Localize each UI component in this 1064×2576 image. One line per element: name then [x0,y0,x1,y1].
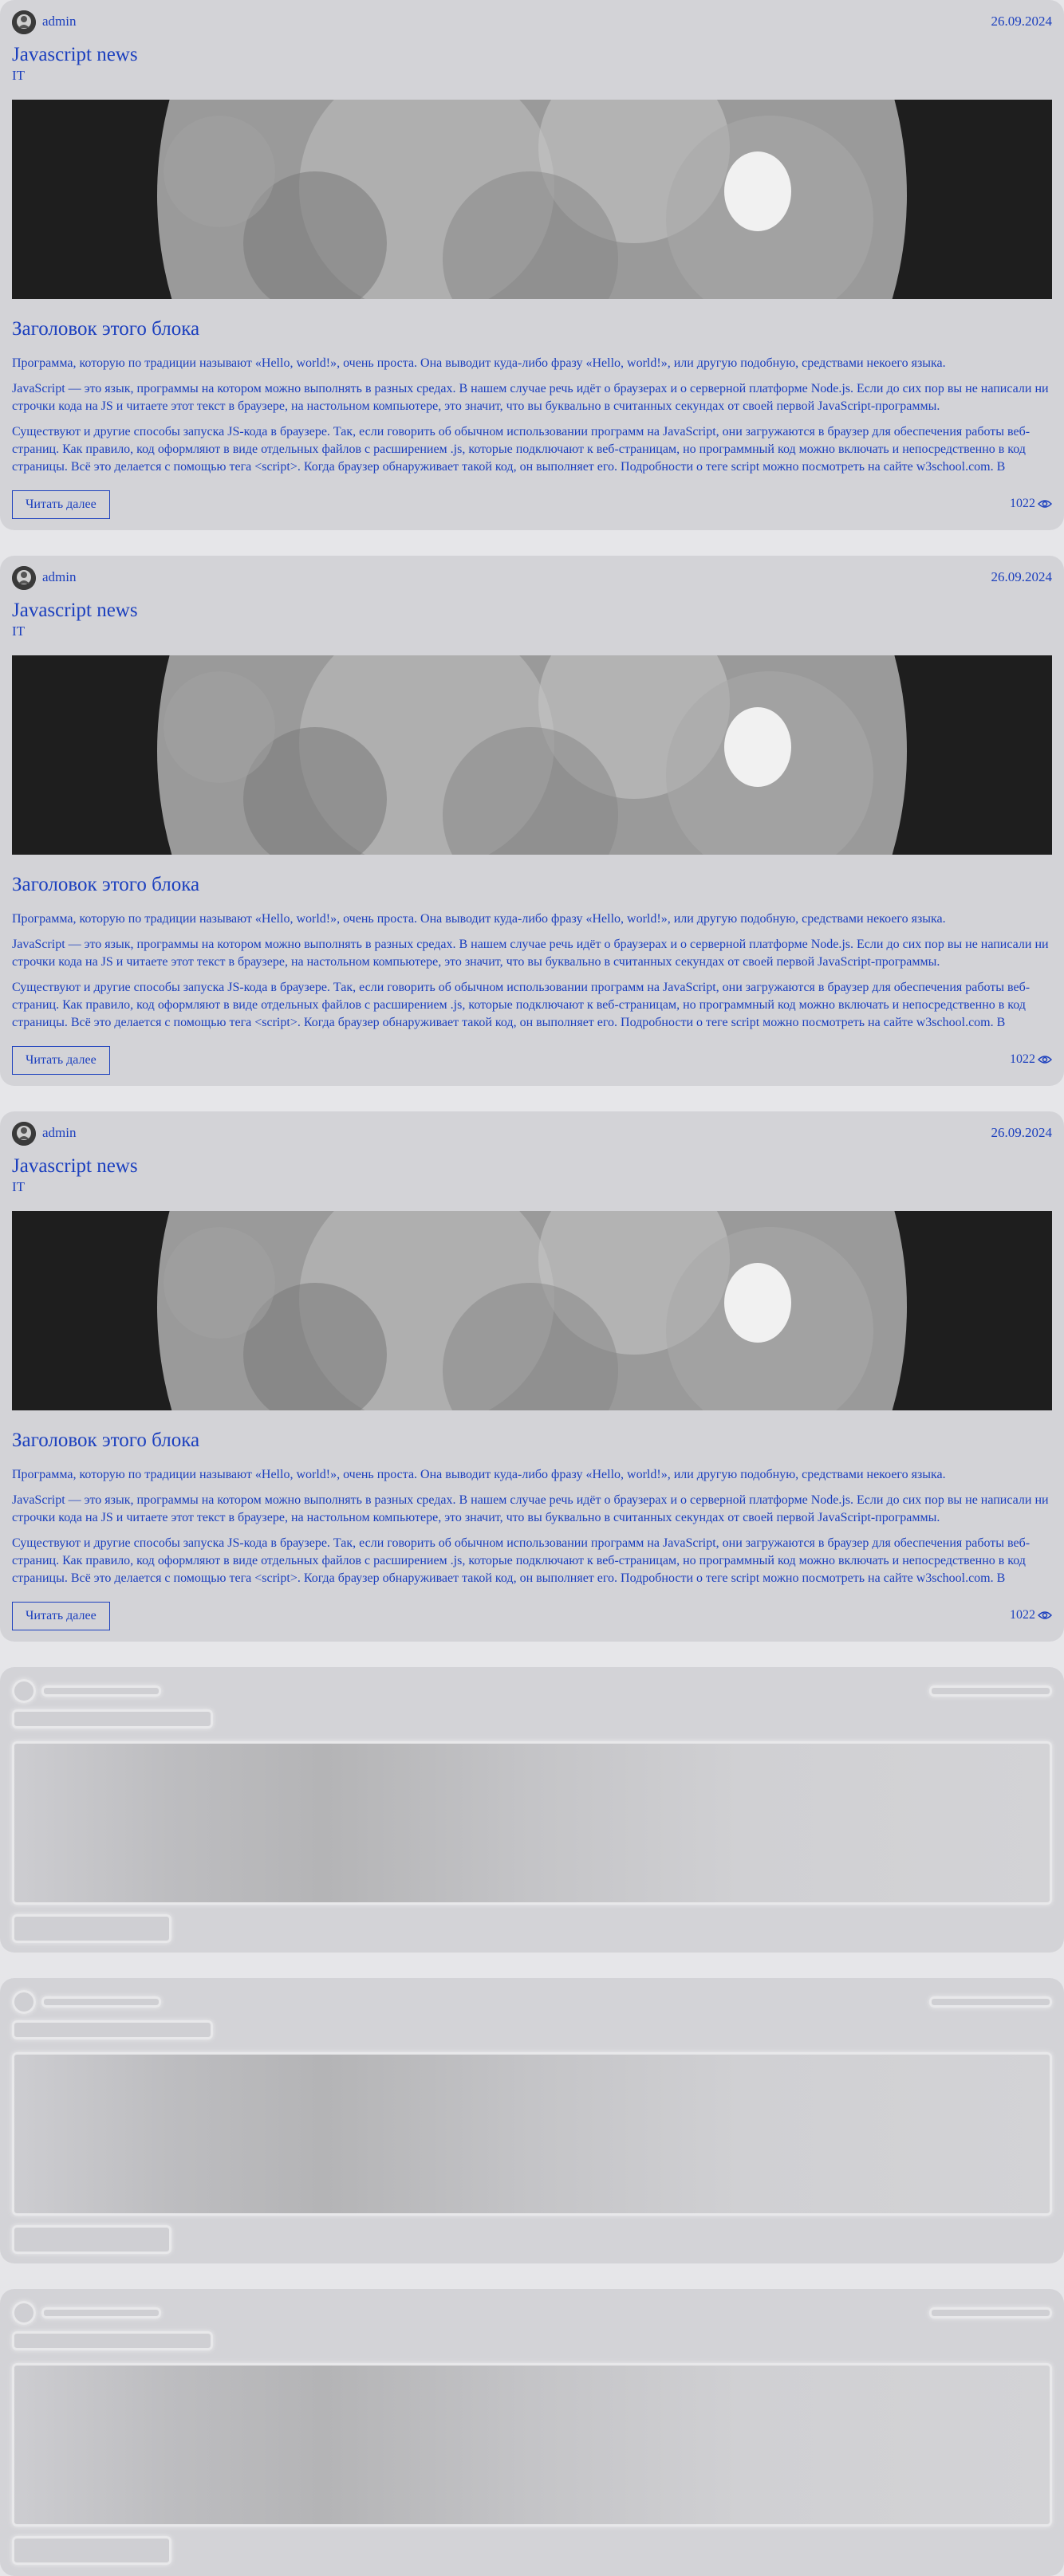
skeleton-date [929,1685,1052,1697]
moon-image [12,100,1052,299]
avatar-icon[interactable] [12,10,36,34]
post-body: Программа, которую по традиции называют … [12,1466,1052,1586]
post-date: 26.09.2024 [991,14,1053,29]
view-count: 1022 [1010,497,1052,511]
skeleton-author [41,1685,161,1697]
post-paragraph: JavaScript — это язык, программы на кото… [12,1493,1049,1524]
skeleton-media [12,2363,1052,2527]
moon-image [12,1211,1052,1410]
block-title: Заголовок этого блока [12,318,200,340]
post-paragraph: Программа, которую по традиции называют … [12,1468,946,1481]
skeleton-button [12,1914,171,1943]
skeleton-avatar [12,1990,36,2014]
view-count-value: 1022 [1010,1608,1035,1622]
skeleton-media [12,2052,1052,2216]
post-paragraph: JavaScript — это язык, программы на кото… [12,382,1049,413]
post-category[interactable]: IT [12,68,25,84]
skeleton-card [0,2289,1064,2576]
post-title[interactable]: Javascript news [12,599,138,623]
skeleton-avatar [12,2301,36,2325]
moon-image [12,655,1052,855]
author-link[interactable]: admin [42,1125,77,1141]
view-count-value: 1022 [1010,1052,1035,1066]
post-paragraph: Программа, которую по традиции называют … [12,912,946,926]
post-date: 26.09.2024 [991,1125,1053,1140]
post-category[interactable]: IT [12,1179,25,1195]
read-more-button[interactable]: Читать далее [12,1046,110,1075]
block-title: Заголовок этого блока [12,874,200,895]
skeleton-media [12,1741,1052,1905]
post-paragraph: Существуют и другие способы запуска JS-к… [12,1536,1031,1585]
skeleton-title [12,2331,213,2350]
post-paragraph: Программа, которую по традиции называют … [12,356,946,370]
post-body: Программа, которую по традиции называют … [12,910,1052,1030]
author-link[interactable]: admin [42,14,77,29]
post-paragraph: Существуют и другие способы запуска JS-к… [12,425,1031,474]
view-count: 1022 [1010,1052,1052,1067]
skeleton-avatar [12,1679,36,1703]
block-title: Заголовок этого блока [12,1430,200,1451]
post-card: admin 26.09.2024 Javascript news IT Заго… [0,556,1064,1086]
skeleton-author [41,1996,161,2008]
post-header: admin 26.09.2024 [12,556,1052,604]
view-count: 1022 [1010,1608,1052,1622]
author-link[interactable]: admin [42,569,77,585]
read-more-button[interactable]: Читать далее [12,1602,110,1630]
view-count-value: 1022 [1010,497,1035,510]
skeleton-card [0,1978,1064,2263]
post-date: 26.09.2024 [991,569,1053,584]
avatar-icon[interactable] [12,1122,36,1146]
post-header: admin 26.09.2024 [12,0,1052,48]
avatar-icon[interactable] [12,566,36,590]
post-card: admin 26.09.2024 Javascript news IT Заго… [0,0,1064,530]
eye-icon [1038,1611,1052,1619]
post-paragraph: JavaScript — это язык, программы на кото… [12,938,1049,969]
skeleton-author [41,2307,161,2318]
post-card: admin 26.09.2024 Javascript news IT Заго… [0,1111,1064,1642]
skeleton-title [12,1709,213,1728]
skeleton-date [929,2307,1052,2318]
post-title[interactable]: Javascript news [12,1154,138,1178]
eye-icon [1038,1056,1052,1064]
post-paragraph: Существуют и другие способы запуска JS-к… [12,981,1031,1029]
eye-icon [1038,500,1052,508]
post-body: Программа, которую по традиции называют … [12,355,1052,474]
post-header: admin 26.09.2024 [12,1111,1052,1159]
post-title[interactable]: Javascript news [12,43,138,67]
read-more-button[interactable]: Читать далее [12,490,110,519]
skeleton-title [12,2020,213,2039]
skeleton-date [929,1996,1052,2008]
skeleton-button [12,2225,171,2254]
skeleton-card [0,1667,1064,1953]
post-category[interactable]: IT [12,623,25,639]
skeleton-button [12,2536,171,2565]
